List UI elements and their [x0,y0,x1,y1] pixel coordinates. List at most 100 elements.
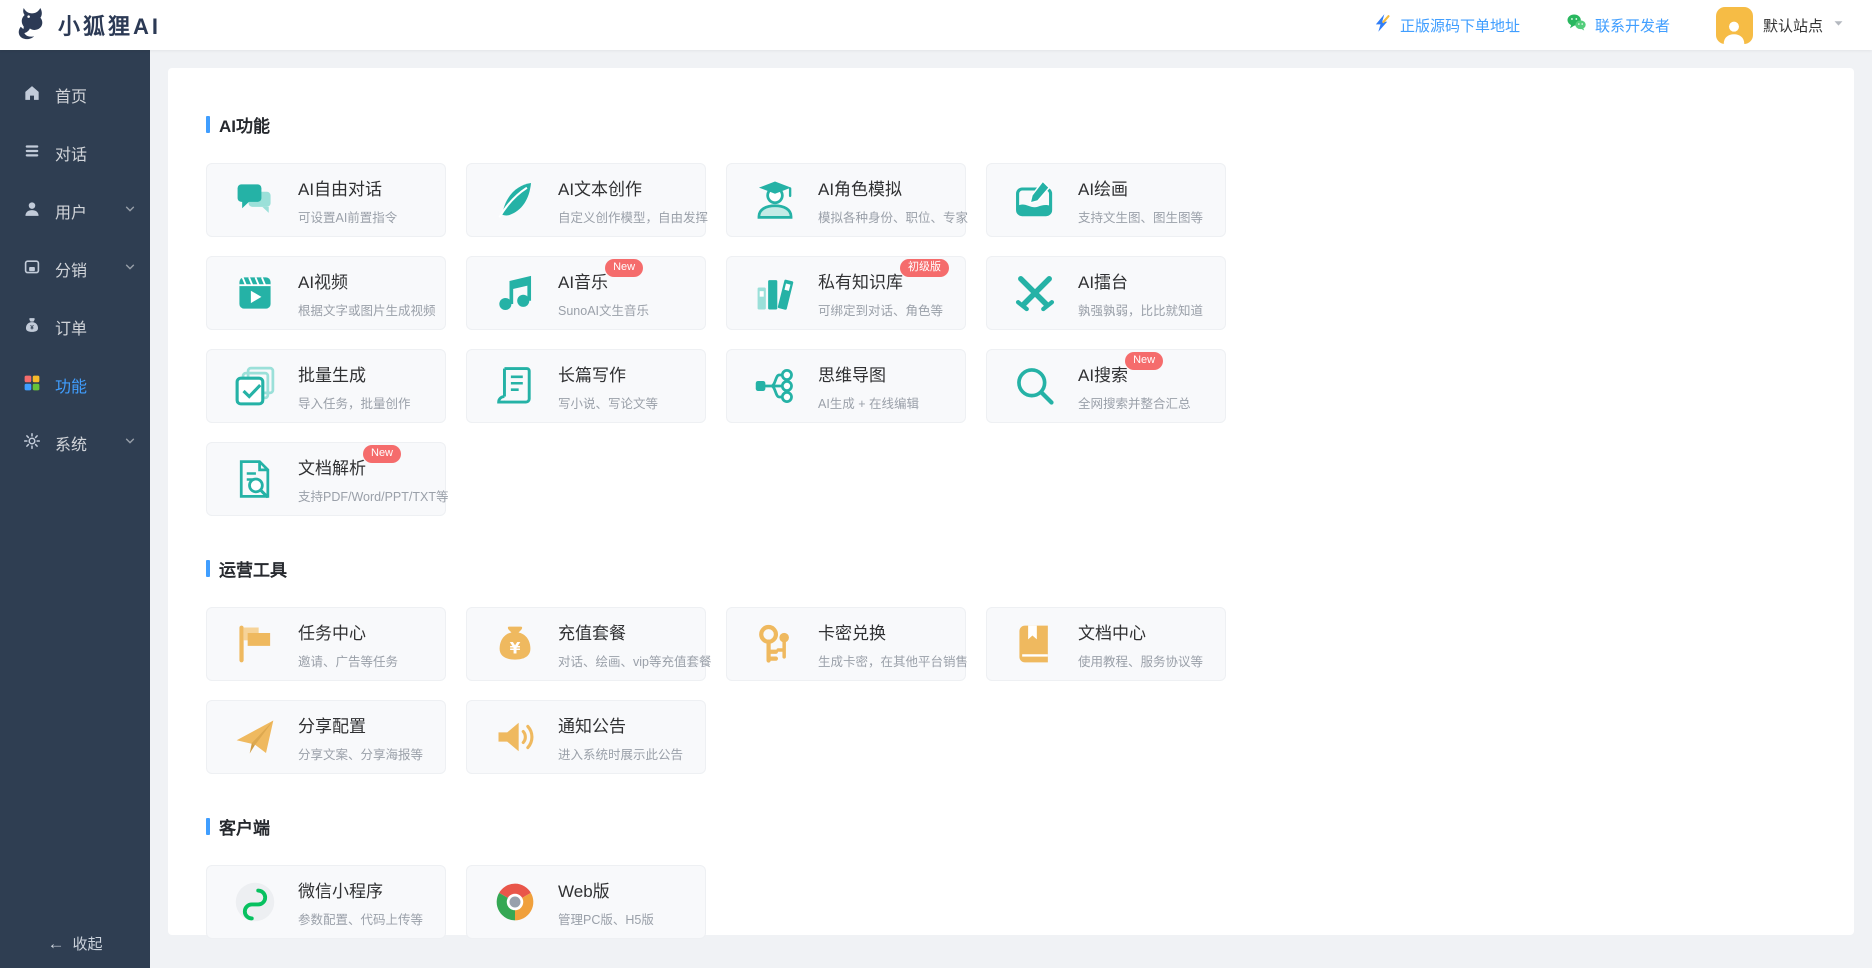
moneybag-icon: ¥ [492,621,538,667]
card-title: 思维导图 [818,361,919,386]
feature-card[interactable]: 长篇写作 写小说、写论文等 [466,349,706,423]
card-title: 私有知识库初级版 [818,268,949,293]
arrow-left-icon: ← [47,935,64,952]
sidebar-item-label: 分销 [55,257,87,281]
card-text: 卡密兑换 生成卡密，在其他平台销售 [818,619,965,670]
sidebar-item-order[interactable]: ¥订单 [0,298,150,356]
feature-card[interactable]: AI自由对话 可设置AI前置指令 [206,163,446,237]
card-title: 充值套餐 [558,619,705,644]
card-subtitle: 进入系统时展示此公告 [558,744,683,763]
header-link-order-source[interactable]: 正版源码下单地址 [1372,13,1520,38]
card-text: 任务中心 邀请、广告等任务 [298,619,398,670]
card-grid: AI自由对话 可设置AI前置指令 AI文本创作 自定义创作模型，自由发挥 AI角… [206,163,1816,516]
card-subtitle: 生成卡密，在其他平台销售 [818,651,965,670]
feature-card[interactable]: ¥ 充值套餐 对话、绘画、vip等充值套餐 [466,607,706,681]
sidebar-item-system[interactable]: 系统 [0,414,150,472]
sidebar-item-label: 首页 [55,83,87,107]
top-header: 小狐狸AI 正版源码下单地址 联系开发者 默认站点 [0,0,1872,50]
badge: New [1125,352,1163,370]
feature-card[interactable]: 私有知识库初级版 可绑定到对话、角色等 [726,256,966,330]
header-link-contact-developer[interactable]: 联系开发者 [1566,12,1670,38]
feature-card[interactable]: AI擂台 孰强孰弱，比比就知道 [986,256,1226,330]
card-subtitle: 使用教程、服务协议等 [1078,651,1203,670]
section: AI功能 AI自由对话 可设置AI前置指令 AI文本创作 自定义创作模型，自由发… [206,112,1816,516]
feature-card[interactable]: 分享配置 分享文案、分享海报等 [206,700,446,774]
card-subtitle: 写小说、写论文等 [558,393,658,412]
site-selector[interactable]: 默认站点 [1716,7,1844,44]
sidebar-item-home[interactable]: 首页 [0,66,150,124]
card-text: AI搜索New 全网搜索并整合汇总 [1078,361,1191,412]
card-subtitle: 分享文案、分享海报等 [298,744,423,763]
feature-card[interactable]: 任务中心 邀请、广告等任务 [206,607,446,681]
app-logo: 小狐狸AI [14,5,161,46]
feature-card[interactable]: 批量生成 导入任务，批量创作 [206,349,446,423]
feature-card[interactable]: 文档解析New 支持PDF/Word/PPT/TXT等 [206,442,446,516]
batch-icon [232,363,278,409]
feature-card[interactable]: 微信小程序 参数配置、代码上传等 [206,865,446,939]
card-text: 批量生成 导入任务，批量创作 [298,361,411,412]
feature-card[interactable]: AI音乐New SunoAI文生音乐 [466,256,706,330]
card-title: 卡密兑换 [818,619,965,644]
card-title: 文档中心 [1078,619,1203,644]
card-title: AI音乐New [558,268,649,293]
sidebar-item-chat-list[interactable]: 对话 [0,124,150,182]
collapse-label: 收起 [72,933,102,954]
feature-card[interactable]: 卡密兑换 生成卡密，在其他平台销售 [726,607,966,681]
order-icon: ¥ [23,316,41,339]
feature-card[interactable]: AI文本创作 自定义创作模型，自由发挥 [466,163,706,237]
section-header: 运营工具 [206,556,1816,581]
feature-card[interactable]: AI搜索New 全网搜索并整合汇总 [986,349,1226,423]
chevron-down-icon [124,434,136,452]
card-grid: 微信小程序 参数配置、代码上传等 Web版 管理PC版、H5版 [206,865,1816,939]
section-accent-bar [206,818,210,835]
feature-card[interactable]: 文档中心 使用教程、服务协议等 [986,607,1226,681]
card-text: AI绘画 支持文生图、图生图等 [1078,175,1203,226]
sidebar-item-user[interactable]: 用户 [0,182,150,240]
card-text: Web版 管理PC版、H5版 [558,877,654,928]
card-subtitle: 可绑定到对话、角色等 [818,300,949,319]
feature-card[interactable]: Web版 管理PC版、H5版 [466,865,706,939]
feature-card[interactable]: AI视频 根据文字或图片生成视频 [206,256,446,330]
chevron-down-icon [124,202,136,220]
card-text: 文档中心 使用教程、服务协议等 [1078,619,1203,670]
site-name: 默认站点 [1763,15,1823,36]
search-icon [1012,363,1058,409]
card-title: AI视频 [298,268,436,293]
feature-card[interactable]: 通知公告 进入系统时展示此公告 [466,700,706,774]
card-title: 任务中心 [298,619,398,644]
header-link-label: 联系开发者 [1595,15,1670,36]
card-subtitle: 参数配置、代码上传等 [298,909,423,928]
handbook-icon [1012,621,1058,667]
card-subtitle: SunoAI文生音乐 [558,300,649,319]
chevron-down-icon [124,260,136,278]
feature-card[interactable]: 思维导图 AI生成 + 在线编辑 [726,349,966,423]
caret-down-icon [1833,16,1844,34]
card-text: 文档解析New 支持PDF/Word/PPT/TXT等 [298,454,445,505]
video-icon [232,270,278,316]
content-panel: AI功能 AI自由对话 可设置AI前置指令 AI文本创作 自定义创作模型，自由发… [168,68,1854,935]
svg-text:¥: ¥ [30,324,34,331]
header-link-label: 正版源码下单地址 [1400,15,1520,36]
doc-parse-icon [232,456,278,502]
card-title: AI绘画 [1078,175,1203,200]
section-header: 客户端 [206,814,1816,839]
fox-logo-icon [14,5,50,46]
longform-icon [492,363,538,409]
card-title: AI擂台 [1078,268,1203,293]
knowledge-books-icon [752,270,798,316]
home-icon [23,84,41,107]
sidebar-item-features[interactable]: 功能 [0,356,150,414]
card-subtitle: 根据文字或图片生成视频 [298,300,436,319]
section-header: AI功能 [206,112,1816,137]
main-area: AI功能 AI自由对话 可设置AI前置指令 AI文本创作 自定义创作模型，自由发… [150,50,1872,968]
sidebar-collapse-button[interactable]: ← 收起 [0,918,150,968]
card-subtitle: 管理PC版、H5版 [558,909,654,928]
feature-card[interactable]: AI角色模拟 模拟各种身份、职位、专家 [726,163,966,237]
section: 运营工具 任务中心 邀请、广告等任务 ¥ 充值套餐 对话、绘画、vip等充值套餐 [206,556,1816,774]
sidebar-item-distribution[interactable]: 分销 [0,240,150,298]
card-text: 充值套餐 对话、绘画、vip等充值套餐 [558,619,705,670]
card-subtitle: 支持文生图、图生图等 [1078,207,1203,226]
section-title: 运营工具 [219,556,287,581]
feature-card[interactable]: AI绘画 支持文生图、图生图等 [986,163,1226,237]
card-text: 私有知识库初级版 可绑定到对话、角色等 [818,268,949,319]
